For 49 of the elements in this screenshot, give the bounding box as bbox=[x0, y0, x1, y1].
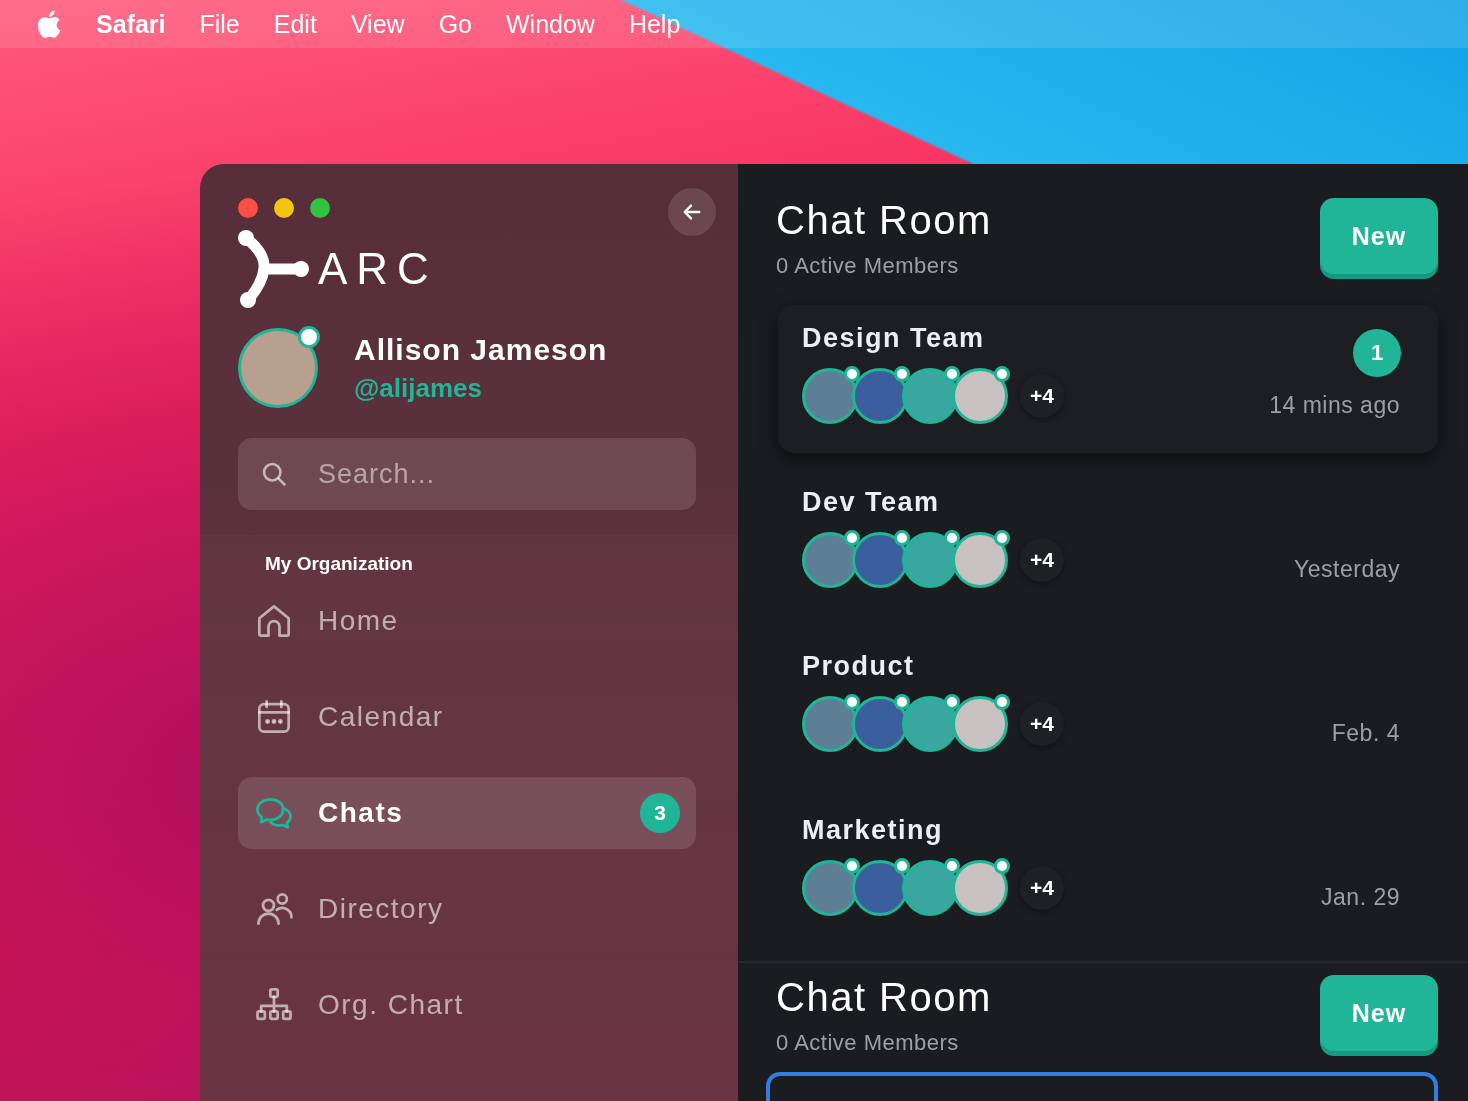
nav-item[interactable]: Home bbox=[238, 585, 696, 657]
unread-badge: 1 bbox=[1353, 329, 1401, 377]
more-members-count: +4 bbox=[1020, 702, 1064, 746]
section-heading: My Organization bbox=[265, 553, 414, 575]
member-count: 0 Active Members bbox=[776, 253, 960, 279]
more-members-count: +4 bbox=[1020, 866, 1064, 910]
chat-time: Yesterday bbox=[1294, 556, 1400, 583]
more-members-count: +4 bbox=[1020, 374, 1064, 418]
chat-time: Jan. 29 bbox=[1321, 884, 1400, 911]
count-badge: 3 bbox=[640, 793, 680, 833]
arrow-left-icon bbox=[681, 201, 703, 223]
chat-room-name: Marketing bbox=[802, 815, 945, 846]
nav-item[interactable]: Directory bbox=[238, 873, 696, 945]
logo-text: ARC bbox=[318, 244, 438, 294]
back-button[interactable] bbox=[668, 188, 716, 236]
nav-item[interactable]: Calendar bbox=[238, 681, 696, 753]
minimize-window-button[interactable] bbox=[274, 198, 294, 218]
menu-app-name[interactable]: Safari bbox=[96, 9, 166, 39]
user-handle: @alijames bbox=[354, 372, 483, 404]
chat-room-name: Product bbox=[802, 651, 916, 682]
nav-item[interactable]: Org. Chart bbox=[238, 969, 696, 1041]
zoom-window-button[interactable] bbox=[310, 198, 330, 218]
menu-item[interactable]: Go bbox=[438, 9, 472, 39]
menu-item[interactable]: Edit bbox=[273, 9, 317, 39]
member-avatar-placeholder bbox=[952, 696, 1008, 752]
menu-item[interactable]: Help bbox=[628, 9, 681, 39]
chat-room-item[interactable]: Design Team +4 1 14 mins ago bbox=[778, 305, 1438, 453]
chat-room-item[interactable]: Product +4 Feb. 4 bbox=[778, 633, 1438, 781]
user-name: Allison Jameson bbox=[354, 332, 608, 367]
more-members-count: +4 bbox=[1020, 538, 1064, 582]
search-icon bbox=[260, 460, 288, 488]
chat-room-item[interactable]: Dev Team +4 Yesterday bbox=[778, 469, 1438, 617]
chat-room-name: Dev Team bbox=[802, 487, 941, 518]
panel-title: Chat Room bbox=[776, 198, 992, 243]
chat-room-item[interactable]: Marketing +4 Jan. 29 bbox=[778, 797, 1438, 945]
logo-icon bbox=[238, 230, 310, 308]
member-count: 0 Active Members bbox=[776, 1030, 960, 1056]
chat-time: 14 mins ago bbox=[1269, 392, 1400, 419]
member-avatar-placeholder bbox=[952, 368, 1008, 424]
menu-item[interactable]: View bbox=[350, 9, 405, 39]
member-avatar-placeholder bbox=[952, 532, 1008, 588]
panel-title: Chat Room bbox=[776, 975, 992, 1020]
member-avatar-placeholder bbox=[952, 860, 1008, 916]
menu-item[interactable]: File bbox=[199, 9, 240, 39]
nav-item[interactable]: Chats 3 bbox=[238, 777, 696, 849]
chat-room-name: Design Team bbox=[802, 323, 986, 354]
menu-item[interactable]: Window bbox=[506, 9, 595, 39]
chat-time: Feb. 4 bbox=[1331, 720, 1400, 747]
close-window-button[interactable] bbox=[238, 198, 258, 218]
